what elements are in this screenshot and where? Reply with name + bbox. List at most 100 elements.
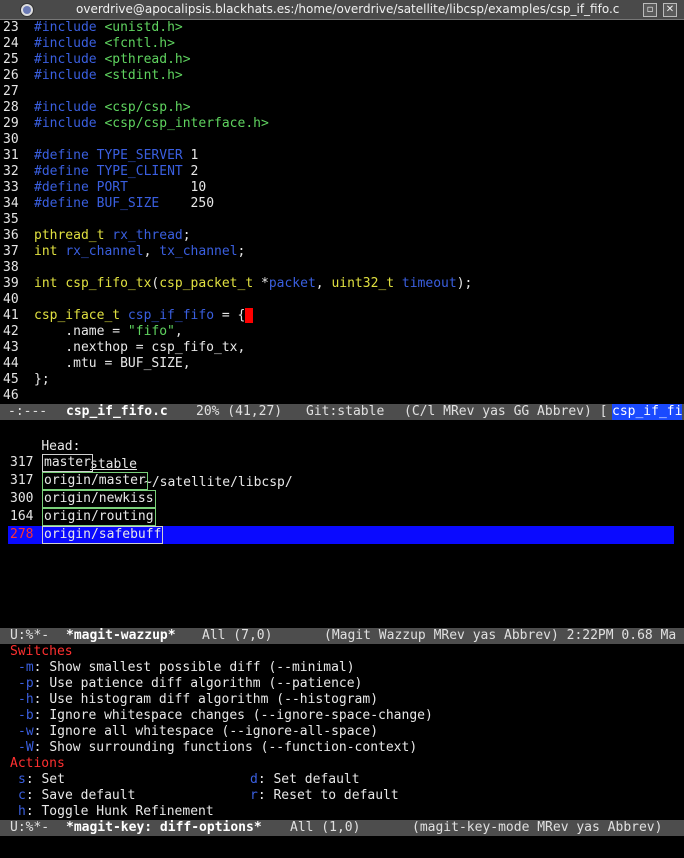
action-description[interactable]: Toggle Hunk Refinement [41, 804, 213, 819]
code-token: csp_if_fifo [127, 308, 215, 323]
key-separator: : [257, 788, 274, 803]
line-number: 36 [3, 228, 19, 243]
modeline-position: All (7,0) [202, 628, 273, 643]
action-key[interactable]: h [18, 804, 26, 819]
code-token: PORT [96, 180, 191, 195]
code-token: rx_channel [65, 244, 144, 259]
code-token: packet [268, 276, 316, 291]
key-separator: : [33, 740, 50, 755]
switch-option[interactable]: -h: Use histogram diff algorithm (--hist… [10, 692, 378, 708]
code-token: #define [34, 164, 97, 179]
line-text[interactable]: #include <unistd.h> [34, 20, 183, 36]
code-token: ; [237, 244, 246, 259]
line-text[interactable]: .mtu = BUF_SIZE, [34, 356, 190, 372]
code-token: }; [34, 372, 50, 387]
key-separator: : [33, 692, 50, 707]
branch-count: 164 [10, 509, 34, 524]
action-key[interactable]: s [18, 772, 26, 787]
code-editor-pane[interactable]: 23 #include <unistd.h> 24 #include <fcntl.h… [0, 20, 684, 404]
code-token: tx_channel [159, 244, 238, 259]
code-token: <csp/csp.h> [104, 100, 191, 115]
action-description[interactable]: Set default [273, 772, 359, 787]
line-number: 38 [3, 260, 19, 275]
line-number: 29 [3, 116, 19, 131]
modeline-position: All (1,0) [290, 820, 361, 835]
magit-key-popup[interactable]: Switches -m: Show smallest possible diff … [0, 644, 684, 820]
switch-option[interactable]: -m: Show smallest possible diff (--minim… [10, 660, 355, 676]
modeline-buffer-name[interactable]: *magit-wazzup* [66, 628, 176, 644]
switch-key: -h [18, 692, 34, 707]
line-number: 39 [3, 276, 19, 291]
branch-name[interactable]: origin/routing [42, 508, 156, 526]
action-description[interactable]: Reset to default [273, 788, 398, 803]
modeline-buffer-tag[interactable]: csp_if_fi [612, 404, 683, 420]
magit-wazzup-pane[interactable]: Head: stable ~/satellite/libcsp/ 317 mast… [0, 420, 684, 628]
key-separator: : [25, 788, 42, 803]
modeline-buffer-name[interactable]: csp_if_fifo.c [66, 404, 168, 420]
switch-option[interactable]: -w: Ignore all whitespace (--ignore-all-… [10, 724, 378, 740]
code-token: , [174, 324, 183, 339]
head-label: Head: [41, 439, 81, 454]
branch-name[interactable]: origin/safebuff [42, 526, 164, 544]
branch-name[interactable]: master [42, 454, 93, 472]
text-cursor [245, 308, 254, 323]
line-text[interactable]: #include <csp/csp_interface.h> [34, 116, 269, 132]
app-menu-icon[interactable] [20, 3, 34, 17]
code-token: , [143, 244, 160, 259]
branch-row[interactable]: 164 origin/routing [10, 508, 156, 526]
line-text[interactable]: pthread_t rx_thread; [34, 228, 191, 244]
branch-row[interactable]: 300 origin/newkiss [10, 490, 156, 508]
key-separator: : [33, 708, 50, 723]
action-description[interactable]: Save default [41, 788, 135, 803]
action-key[interactable]: d [250, 772, 258, 787]
code-token: = { [214, 308, 246, 323]
line-text[interactable]: }; [34, 372, 50, 388]
line-text[interactable]: #define TYPE_SERVER 1 [34, 148, 198, 164]
code-token: BUF_SIZE [96, 196, 191, 211]
branch-row[interactable]: 317 origin/master [10, 472, 148, 490]
switch-option[interactable]: -W: Show surrounding functions (--functi… [10, 740, 417, 756]
branch-row[interactable]: 278 origin/safebuff [10, 526, 164, 544]
modeline-status: -:--- [8, 404, 48, 419]
code-token: "fifo" [127, 324, 175, 339]
switch-option[interactable]: -b: Ignore whitespace changes (--ignore-… [10, 708, 433, 724]
switch-option[interactable]: -p: Use patience diff algorithm (--patie… [10, 676, 362, 692]
line-text[interactable]: #define TYPE_CLIENT 2 [34, 164, 198, 180]
code-token: csp_fifo_tx [65, 276, 152, 291]
switch-description: Show surrounding functions (--function-c… [49, 740, 418, 755]
action-description[interactable]: Set [41, 772, 64, 787]
modeline-vc[interactable]: Git:stable [306, 404, 384, 420]
line-text[interactable]: .name = "fifo", [34, 324, 183, 340]
line-text[interactable]: #include <fcntl.h> [34, 36, 175, 52]
line-text[interactable]: #include <pthread.h> [34, 52, 191, 68]
branch-name[interactable]: origin/newkiss [42, 490, 156, 508]
code-token: #define [34, 196, 97, 211]
code-token: timeout [401, 276, 457, 291]
branch-row[interactable]: 317 master [10, 454, 93, 472]
line-text[interactable]: int rx_channel, tx_channel; [34, 244, 245, 260]
line-text[interactable]: int csp_fifo_tx(csp_packet_t *packet, ui… [34, 276, 472, 292]
minimize-button[interactable]: ▫ [643, 3, 657, 17]
action-row: s: Set d: Set default [10, 772, 670, 788]
code-token: csp_packet_t [159, 276, 261, 291]
line-number: 26 [3, 68, 19, 83]
branch-name[interactable]: origin/master [42, 472, 148, 490]
code-token: TYPE_SERVER [96, 148, 191, 163]
line-text[interactable]: .nexthop = csp_fifo_tx, [34, 340, 245, 356]
action-key[interactable]: r [250, 788, 258, 803]
code-token: .name = [34, 324, 128, 339]
switch-key: -W [18, 740, 34, 755]
line-text[interactable]: #define PORT 10 [34, 180, 206, 196]
code-token: csp_iface_t [34, 308, 128, 323]
action-key[interactable]: c [18, 788, 26, 803]
key-separator: : [257, 772, 274, 787]
code-token: ); [456, 276, 473, 291]
line-text[interactable]: #include <stdint.h> [34, 68, 183, 84]
close-button[interactable]: ✕ [663, 3, 677, 17]
modeline-buffer-name[interactable]: *magit-key: diff-options* [66, 820, 262, 836]
line-text[interactable]: csp_iface_t csp_if_fifo = { [34, 308, 254, 324]
line-number: 41 [3, 308, 19, 323]
line-text[interactable]: #define BUF_SIZE 250 [34, 196, 214, 212]
line-number: 31 [3, 148, 19, 163]
line-text[interactable]: #include <csp/csp.h> [34, 100, 191, 116]
